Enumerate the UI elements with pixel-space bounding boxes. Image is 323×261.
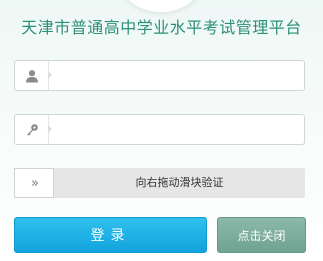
field-notch xyxy=(48,125,52,133)
slide-verification[interactable]: » 向右拖动滑块验证 xyxy=(14,168,305,198)
user-icon xyxy=(15,61,48,90)
key-icon xyxy=(15,115,48,144)
password-field[interactable] xyxy=(14,114,305,146)
slider-handle[interactable]: » xyxy=(14,168,54,198)
double-chevron-right-icon: » xyxy=(31,175,39,191)
username-field[interactable] xyxy=(14,60,305,92)
username-input[interactable] xyxy=(55,61,304,92)
slider-instruction: 向右拖动滑块验证 xyxy=(135,176,224,189)
page-title: 天津市普通高中学业水平考试管理平台 xyxy=(21,18,302,37)
login-button[interactable]: 登录 xyxy=(14,217,207,253)
close-button[interactable]: 点击关闭 xyxy=(217,217,306,253)
field-notch xyxy=(48,71,52,79)
password-input[interactable] xyxy=(55,115,304,146)
